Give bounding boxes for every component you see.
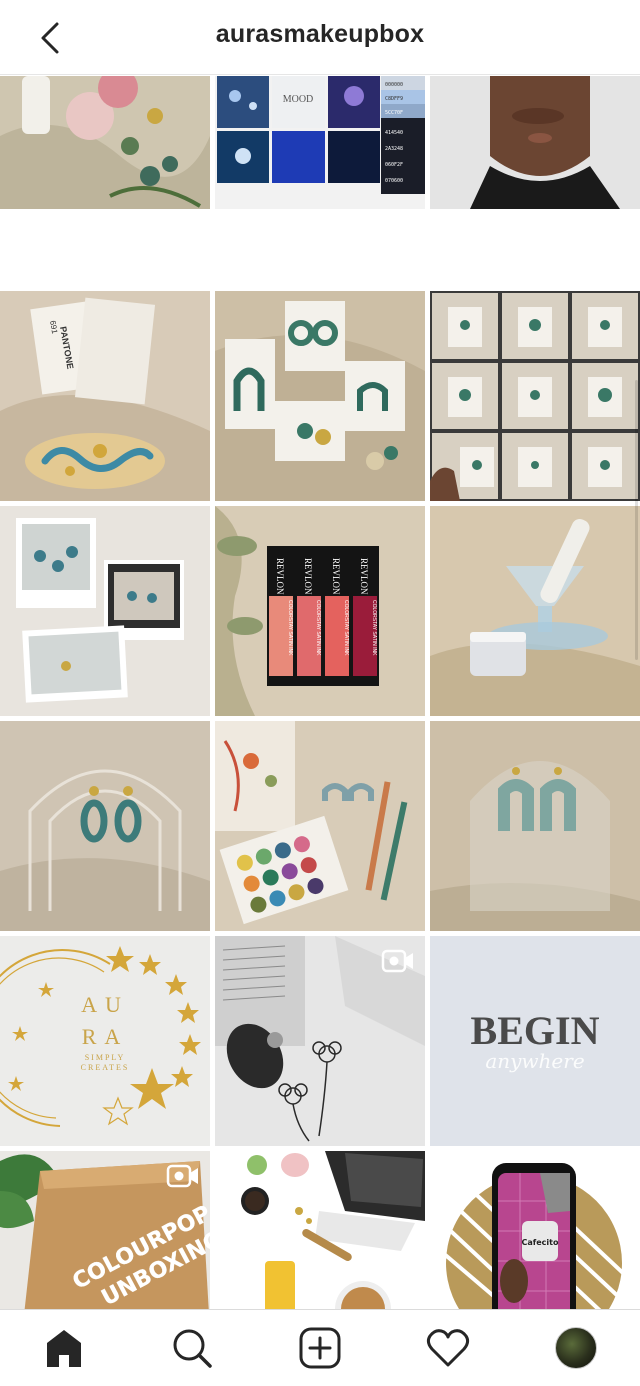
profile-avatar (555, 1327, 597, 1369)
logo-text-line2: RA (82, 1024, 129, 1049)
product-line-label: COLORSTAY SATIN INK (343, 600, 349, 656)
logo-text-line3: SIMPLY (85, 1053, 126, 1062)
product-line-label: COLORSTAY SATIN INK (315, 600, 321, 656)
bottom-navigation (0, 1309, 640, 1386)
post-tile-12[interactable] (430, 721, 640, 931)
swatch-code: 2A3248 (385, 146, 403, 152)
post-tile-4[interactable]: PANTONE 691 (0, 291, 210, 501)
top-bar: aurasmakeupbox (0, 0, 640, 75)
quote-script-text: anywhere (485, 1049, 584, 1073)
post-tile-15[interactable]: BEGIN anywhere (430, 936, 640, 1146)
swatch-code: C8DFF9 (385, 96, 403, 102)
posts-grid: MOOD 000000 C8DFF9 5CC70F 414540 2A3248 … (0, 76, 640, 1386)
nav-activity-button[interactable] (416, 1316, 480, 1380)
brand-label: REVLON (303, 558, 313, 595)
post-tile-1[interactable] (0, 76, 210, 286)
swatch-code: 060F2F (385, 162, 403, 168)
product-line-label: COLORSTAY SATIN INK (371, 600, 377, 656)
home-icon (47, 1330, 81, 1367)
profile-username: aurasmakeupbox (215, 20, 425, 48)
post-tile-6[interactable] (430, 291, 640, 501)
nav-profile-button[interactable] (544, 1316, 608, 1380)
post-tile-11[interactable] (215, 721, 425, 931)
post-tile-3[interactable] (430, 76, 640, 286)
logo-text-line4: CREATES (81, 1063, 130, 1072)
swatch-code: 414540 (385, 130, 403, 136)
brand-label: REVLON (331, 558, 341, 595)
swatch-code: 070600 (385, 178, 403, 184)
nav-search-button[interactable] (160, 1316, 224, 1380)
post-tile-7[interactable] (0, 506, 210, 716)
video-icon (596, 1164, 628, 1188)
quote-main-text: BEGIN (471, 1008, 600, 1053)
swatch-code: 000000 (385, 82, 403, 88)
post-tile-9[interactable] (430, 506, 640, 716)
logo-text-line1: AU (81, 992, 129, 1017)
nav-new-post-button[interactable] (288, 1316, 352, 1380)
video-icon (381, 949, 413, 973)
video-icon (166, 1164, 198, 1188)
profile-grid-screen: aurasmakeupbox MOOD 000000 C8DFF9 5CC70F… (0, 0, 640, 1386)
post-tile-2[interactable]: MOOD 000000 C8DFF9 5CC70F 414540 2A3248 … (215, 76, 425, 286)
product-line-label: COLORSTAY SATIN INK (287, 600, 293, 656)
sticker-text: Cafecito (522, 1238, 559, 1247)
post-tile-10[interactable] (0, 721, 210, 931)
activity-heart-icon (426, 1329, 470, 1367)
nav-home-button[interactable] (32, 1316, 96, 1380)
post-tile-5[interactable] (215, 291, 425, 501)
post-tile-14[interactable] (215, 936, 425, 1146)
brand-label: REVLON (359, 558, 369, 595)
swatch-code: 5CC70F (385, 110, 403, 116)
search-icon (173, 1329, 212, 1368)
new-post-icon (299, 1327, 341, 1369)
post-tile-8[interactable]: REVLON REVLON REVLON REVLON COLORSTAY SA… (215, 506, 425, 716)
post-tile-13[interactable]: AU RA SIMPLY CREATES (0, 936, 210, 1146)
svg-text:MOOD: MOOD (283, 94, 314, 105)
scroll-indicator[interactable] (635, 380, 638, 660)
brand-label: REVLON (275, 558, 285, 595)
